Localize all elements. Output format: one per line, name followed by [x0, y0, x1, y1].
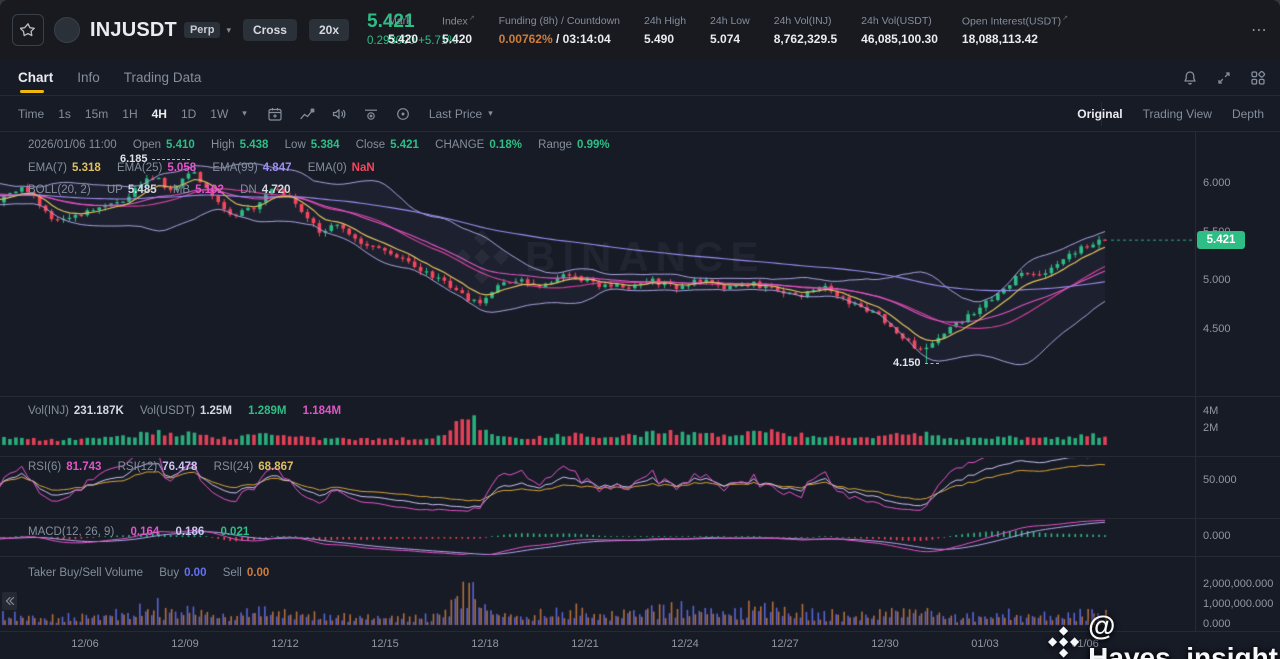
tab-chart[interactable]: Chart	[18, 60, 53, 95]
axis-label: 50.000	[1203, 474, 1237, 486]
price-source-label: Last Price	[428, 106, 483, 121]
leverage-button[interactable]: 20x	[308, 19, 350, 41]
stat-mark: Mark 5.420	[388, 14, 419, 46]
time-axis-label: 01/03	[971, 638, 999, 650]
symbol-header: INJUSDT Perp ▾ Cross 20x 5.421 0.293000 …	[0, 0, 1280, 60]
megaphone-icon	[332, 108, 346, 119]
axis-label: 6.000	[1203, 177, 1231, 189]
axis-label: 2M	[1203, 421, 1219, 434]
view-mode-tradingview[interactable]: Trading View	[1143, 107, 1212, 121]
tab-info[interactable]: Info	[77, 60, 100, 95]
expand-arrows-icon	[1218, 71, 1230, 84]
funding-countdown: / 03:14:04	[552, 31, 611, 46]
stat-index: Index↗ 5.420	[442, 14, 475, 47]
view-mode-original[interactable]: Original	[1077, 107, 1122, 121]
collapse-panel-button[interactable]	[2, 592, 17, 610]
price-source-selector[interactable]: Last Price ▾	[429, 107, 493, 121]
chart-region: BINANCE 2026/01/06 11:00 Open5.410 High5…	[0, 132, 1280, 659]
double-chevron-left-icon	[5, 596, 14, 606]
axis-label: 5.000	[1203, 274, 1231, 286]
interval-1h[interactable]: 1H	[122, 107, 137, 121]
pane-divider	[0, 518, 1280, 519]
stat-24h-vol-inj: 24h Vol(INJ) 8,762,329.5	[773, 14, 838, 46]
time-axis-label: 12/24	[671, 638, 699, 650]
chart-display-settings-button[interactable]	[363, 106, 379, 122]
layout-grid-button[interactable]	[1250, 70, 1266, 86]
axis-label: 1,000,000.000	[1203, 598, 1274, 610]
alert-bell-button[interactable]	[1182, 70, 1198, 86]
interval-1d[interactable]: 1D	[181, 107, 196, 121]
interval-4h[interactable]: 4H	[152, 107, 167, 121]
indicators-button[interactable]	[299, 106, 315, 122]
interval-1s[interactable]: 1s	[58, 107, 71, 121]
tab-trading-data[interactable]: Trading Data	[124, 60, 202, 95]
axis-label: 4M	[1203, 405, 1219, 418]
pane-divider	[0, 556, 1280, 557]
symbol-name: INJUSDT	[90, 18, 177, 41]
announcement-button[interactable]	[331, 106, 347, 122]
binance-futures-window: INJUSDT Perp ▾ Cross 20x 5.421 0.293000 …	[0, 0, 1280, 659]
stat-24h-vol-usdt: 24h Vol(USDT) 46,085,100.30	[861, 14, 938, 46]
pane-divider	[0, 456, 1280, 457]
time-axis-label: 01/06	[1071, 638, 1099, 650]
indicator-chart-icon	[300, 108, 315, 119]
favorite-button[interactable]	[12, 14, 44, 46]
calendar-icon	[268, 107, 282, 121]
time-axis-label: 12/18	[471, 638, 499, 650]
date-range-button[interactable]	[267, 106, 283, 122]
time-axis-label: 12/06	[71, 638, 99, 650]
axis-label: 0.000	[1203, 618, 1231, 630]
axis-label: 2,000,000.000	[1203, 578, 1274, 590]
coin-logo	[54, 17, 80, 43]
chevron-down-icon: ▾	[488, 108, 493, 118]
target-icon	[396, 107, 409, 120]
stat-24h-low: 24h Low 5.074	[710, 14, 750, 46]
stat-funding: Funding (8h) / Countdown 0.00762% / 03:1…	[498, 14, 620, 46]
market-stats: Mark 5.420 Index↗ 5.420 Funding (8h) / C…	[388, 0, 1068, 60]
stat-24h-high: 24h High 5.490	[644, 14, 687, 46]
more-button[interactable]: ⋯	[1251, 20, 1268, 40]
view-mode-depth[interactable]: Depth	[1232, 107, 1264, 121]
time-axis-label: 12/27	[771, 638, 799, 650]
info-superscript-icon: ↗	[468, 14, 475, 22]
price-axis-border	[1195, 132, 1196, 631]
last-price-badge: 5.421	[1197, 231, 1245, 249]
interval-15m[interactable]: 15m	[85, 107, 108, 121]
display-settings-icon	[364, 109, 377, 120]
symbol-selector[interactable]: INJUSDT Perp ▾	[90, 19, 231, 42]
chart-tabs: Chart Info Trading Data	[0, 60, 1280, 96]
time-axis[interactable]: 12/06 12/09 12/12 12/15 12/18 12/21 12/24 12/27…	[0, 631, 1195, 659]
grid-layout-icon	[1251, 70, 1266, 85]
interval-time[interactable]: Time	[18, 107, 44, 121]
crosshair-button[interactable]	[395, 106, 411, 122]
time-axis-label: 12/12	[271, 638, 299, 650]
interval-dropdown-caret[interactable]: ▾	[242, 109, 247, 118]
axis-label: 4.500	[1203, 322, 1231, 335]
market-type-badge: Perp	[183, 22, 221, 38]
time-axis-label: 12/15	[371, 638, 399, 650]
axis-label: 0.000	[1203, 530, 1231, 542]
chart-toolbar: Time 1s 15m 1H 4H 1D 1W ▾ Last Price ▾ O…	[0, 96, 1280, 132]
bell-icon	[1184, 70, 1196, 85]
stat-open-interest: Open Interest(USDT)↗ 18,088,113.42	[961, 14, 1068, 47]
star-icon	[20, 23, 35, 37]
pane-divider	[0, 396, 1280, 397]
time-axis-label: 12/21	[571, 638, 599, 650]
fullscreen-button[interactable]	[1216, 70, 1232, 86]
info-superscript-icon: ↗	[1062, 14, 1068, 22]
margin-mode-button[interactable]: Cross	[242, 19, 297, 41]
funding-rate: 0.00762%	[498, 31, 553, 46]
chevron-down-icon: ▾	[226, 24, 231, 35]
time-axis-label: 12/09	[171, 638, 199, 650]
interval-1w[interactable]: 1W	[210, 107, 228, 121]
time-axis-label: 12/30	[871, 638, 899, 650]
